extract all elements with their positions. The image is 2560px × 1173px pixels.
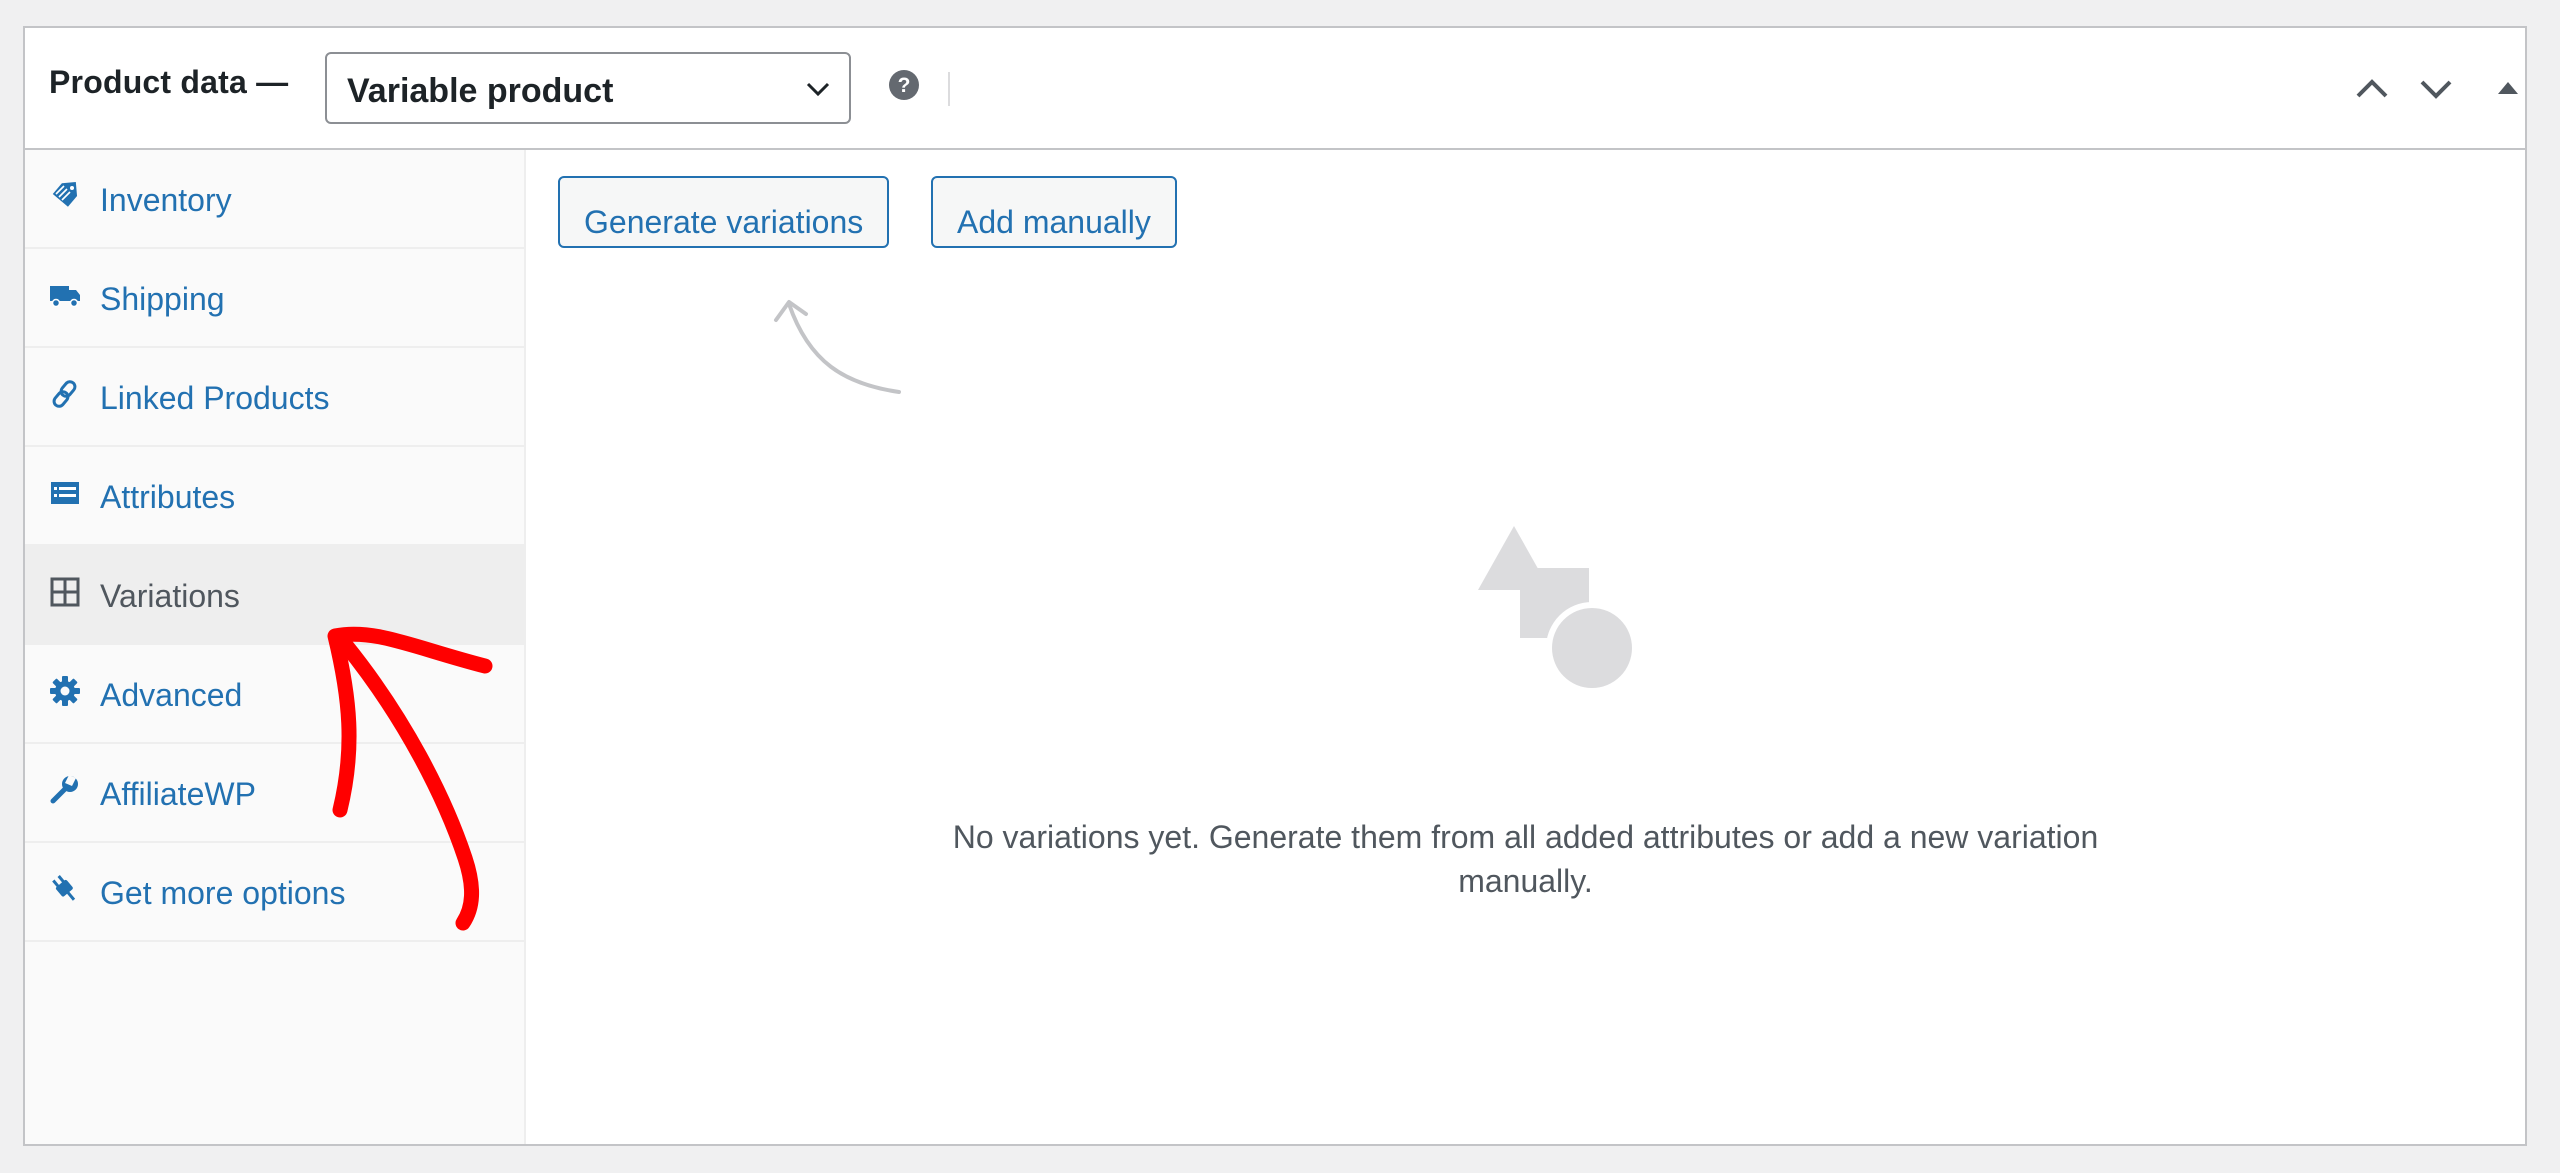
sidebar-item-label: Variations	[100, 578, 240, 614]
tag-icon	[52, 182, 78, 207]
panel-header: Product data — Variable product ?	[25, 28, 2525, 150]
hint-arrow-icon	[774, 300, 901, 394]
product-data-panel: Product data — Variable product ? Invent…	[23, 26, 2527, 1146]
list-card-icon	[51, 482, 79, 504]
chevron-down-icon[interactable]	[2416, 70, 2456, 106]
sidebar-item-label: Shipping	[100, 281, 225, 317]
triangle-up-icon[interactable]	[2494, 70, 2522, 106]
empty-state-line: manually.	[1458, 863, 1593, 899]
sidebar-item-label: Linked Products	[100, 380, 330, 416]
sidebar-item-variations[interactable]: Variations	[25, 546, 524, 645]
product-type-select[interactable]: Variable product	[325, 52, 851, 124]
question-circle-icon[interactable]: ?	[887, 68, 921, 102]
empty-state-line: No variations yet. Generate them from al…	[952, 819, 2099, 855]
sidebar-item-advanced[interactable]: Advanced	[25, 645, 524, 744]
sidebar-item-shipping[interactable]: Shipping	[25, 249, 524, 348]
sidebar-item-label: Get more options	[100, 875, 346, 911]
sidebar-item-affiliatewp[interactable]: AffiliateWP	[25, 744, 524, 843]
sidebar-item-label: Attributes	[100, 479, 236, 515]
gear-icon	[50, 676, 80, 706]
sidebar-item-linked-products[interactable]: Linked Products	[25, 348, 524, 447]
sidebar-item-label: Inventory	[100, 182, 232, 218]
panel-title: Product data —	[49, 64, 289, 100]
truck-icon	[50, 286, 80, 308]
plugin-icon	[52, 875, 76, 901]
chevron-down-icon	[806, 82, 830, 97]
sidebar-item-inventory[interactable]: Inventory	[25, 150, 524, 249]
chevron-up-icon[interactable]	[2352, 70, 2392, 106]
sidebar-item-label: AffiliateWP	[100, 776, 256, 812]
wrench-icon	[50, 775, 78, 804]
shapes-icon	[1478, 526, 1634, 694]
svg-text:?: ?	[898, 74, 911, 97]
product-type-value: Variable product	[347, 72, 614, 110]
product-data-tabs: Inventory Shipping Linked Products Attri…	[25, 150, 526, 1144]
sidebar-item-label: Advanced	[100, 677, 243, 713]
variations-panel: Generate variations Add manually No vari…	[526, 150, 2525, 1144]
grid-icon	[50, 577, 80, 607]
add-manually-button[interactable]: Add manually	[931, 176, 1177, 248]
generate-variations-button[interactable]: Generate variations	[558, 176, 890, 248]
sidebar-item-get-more-options[interactable]: Get more options	[25, 843, 524, 942]
sidebar-item-attributes[interactable]: Attributes	[25, 447, 524, 546]
link-icon	[52, 380, 77, 408]
header-divider	[948, 72, 950, 106]
empty-state-message: No variations yet. Generate them from al…	[526, 815, 2525, 903]
